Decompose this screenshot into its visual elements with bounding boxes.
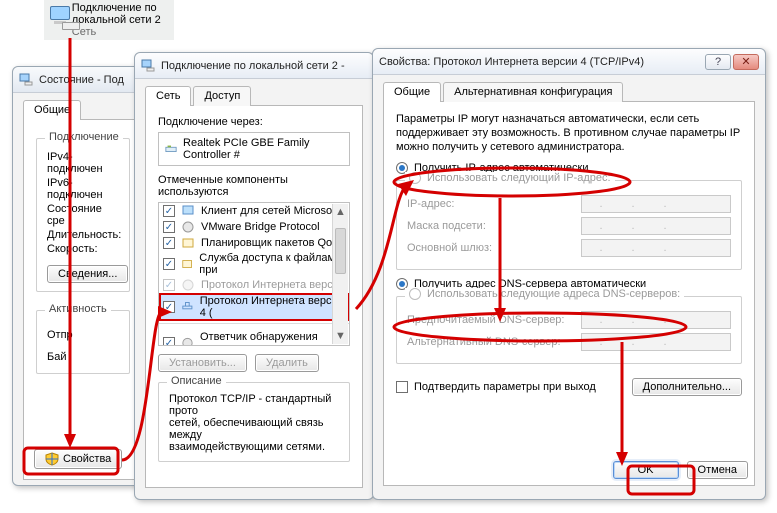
protocol-icon	[181, 300, 194, 314]
tab-access[interactable]: Доступ	[193, 86, 251, 106]
tab-general[interactable]: Общие	[23, 100, 81, 120]
status-window: Состояние - Под Общие Подключение IPv4-п…	[12, 66, 154, 486]
label-mask: Маска подсети:	[407, 220, 486, 232]
help-button[interactable]: ?	[705, 54, 731, 70]
list-item[interactable]: ✓ VMware Bridge Protocol	[159, 219, 349, 235]
ipv4-properties-window: Свойства: Протокол Интернета версии 4 (T…	[372, 48, 766, 500]
ip-address-field: ...	[581, 195, 731, 213]
ipv4-title: Свойства: Протокол Интернета версии 4 (T…	[379, 56, 699, 68]
list-item[interactable]: ✓ Планировщик пакетов QoS	[159, 235, 349, 251]
properties-button[interactable]: Свойства	[34, 449, 122, 469]
tab-network[interactable]: Сеть	[145, 86, 191, 106]
label-dns2: Альтернативный DNS-сервер:	[407, 336, 561, 348]
details-button[interactable]: Сведения...	[47, 265, 128, 283]
remove-button[interactable]: Удалить	[255, 354, 319, 372]
radio-ip-manual[interactable]: Использовать следующий IP-адрес:	[405, 172, 615, 184]
list-item[interactable]: ✓ Служба доступа к файлам и при	[159, 251, 349, 277]
adapter-field[interactable]: Realtek PCIe GBE Family Controller #	[158, 132, 350, 166]
network-connection-shortcut[interactable]: Подключение по локальной сети 2 Сеть	[44, 0, 174, 40]
scroll-thumb[interactable]	[335, 228, 346, 274]
connection-properties-window: Подключение по локальной сети 2 - Сеть Д…	[134, 52, 374, 500]
install-button[interactable]: Установить...	[158, 354, 247, 372]
list-item[interactable]: ✓ Протокол Интернета версии	[159, 277, 349, 293]
tab-general[interactable]: Общие	[383, 82, 441, 102]
list-item[interactable]: ✓ Ответчик обнаружения тополо	[159, 330, 349, 346]
validate-on-exit-checkbox[interactable]: Подтвердить параметры при выход	[396, 381, 596, 393]
network-adapter-icon	[165, 142, 177, 156]
checkbox[interactable]: ✓	[163, 301, 175, 313]
connection-titlebar[interactable]: Подключение по локальной сети 2 -	[135, 53, 373, 79]
group-description-title: Описание	[167, 375, 226, 387]
label-ipv6: IPv6-подключен	[47, 177, 119, 201]
checkbox[interactable]: ✓	[163, 337, 175, 346]
connect-via-label: Подключение через:	[158, 116, 350, 128]
label-dns1: Предпочитаемый DNS-сервер:	[407, 314, 564, 326]
status-title: Состояние - Под	[39, 74, 147, 86]
label-bytes: Бай	[47, 351, 66, 363]
uac-shield-icon	[45, 452, 59, 466]
checkbox[interactable]: ✓	[163, 237, 175, 249]
ipv4-intro-text: Параметры IP могут назначаться автоматич…	[396, 112, 742, 154]
label-speed: Скорость:	[47, 243, 98, 255]
cancel-button[interactable]: Отмена	[687, 461, 748, 479]
label-gateway: Основной шлюз:	[407, 242, 492, 254]
gateway-field: ...	[581, 239, 731, 257]
list-scrollbar[interactable]: ▲ ▼	[332, 204, 348, 344]
tab-alt-config[interactable]: Альтернативная конфигурация	[443, 82, 623, 102]
group-connection-title: Подключение	[45, 131, 123, 143]
list-item-ipv4[interactable]: ✓ Протокол Интернета версии 4 (	[159, 293, 349, 321]
service-icon	[181, 257, 193, 271]
subnet-mask-field: ...	[581, 217, 731, 235]
shortcut-title: Подключение по локальной сети 2	[72, 2, 170, 26]
ipv4-titlebar[interactable]: Свойства: Протокол Интернета версии 4 (T…	[373, 49, 765, 75]
checkbox[interactable]: ✓	[163, 205, 175, 217]
network-adapter-icon	[19, 73, 33, 87]
description-text: Протокол TCP/IP - стандартный прото сете…	[169, 393, 339, 453]
close-button[interactable]: ✕	[733, 54, 759, 70]
client-icon	[181, 204, 195, 218]
dns1-field: ...	[581, 311, 731, 329]
network-adapter-icon	[48, 6, 66, 34]
checkbox[interactable]: ✓	[163, 279, 175, 291]
protocol-icon	[181, 336, 194, 346]
ok-button[interactable]: OK	[613, 461, 679, 479]
network-adapter-icon	[141, 59, 155, 73]
scroll-up-icon[interactable]: ▲	[333, 204, 348, 220]
radio-dns-manual[interactable]: Использовать следующие адреса DNS-сервер…	[405, 288, 684, 300]
shortcut-subtitle: Сеть	[72, 26, 170, 38]
protocol-icon	[181, 278, 195, 292]
advanced-button[interactable]: Дополнительно...	[632, 378, 742, 396]
service-icon	[181, 236, 195, 250]
protocol-icon	[181, 220, 195, 234]
checkbox[interactable]: ✓	[163, 258, 175, 270]
label-ip: IP-адрес:	[407, 198, 454, 210]
dns2-field: ...	[581, 333, 731, 351]
scroll-down-icon[interactable]: ▼	[333, 328, 348, 344]
connection-title: Подключение по локальной сети 2 -	[161, 60, 367, 72]
label-ipv4: IPv4-подключен	[47, 151, 119, 175]
list-item[interactable]: ✓ Клиент для сетей Microsoft	[159, 203, 349, 219]
label-duration: Длительность:	[47, 229, 121, 241]
label-sent: Отпр	[47, 329, 73, 341]
group-activity-title: Активность	[45, 303, 111, 315]
components-label: Отмеченные компоненты используются	[158, 174, 350, 198]
checkbox[interactable]: ✓	[163, 221, 175, 233]
status-titlebar[interactable]: Состояние - Под	[13, 67, 153, 93]
label-media-state: Состояние сре	[47, 203, 119, 227]
